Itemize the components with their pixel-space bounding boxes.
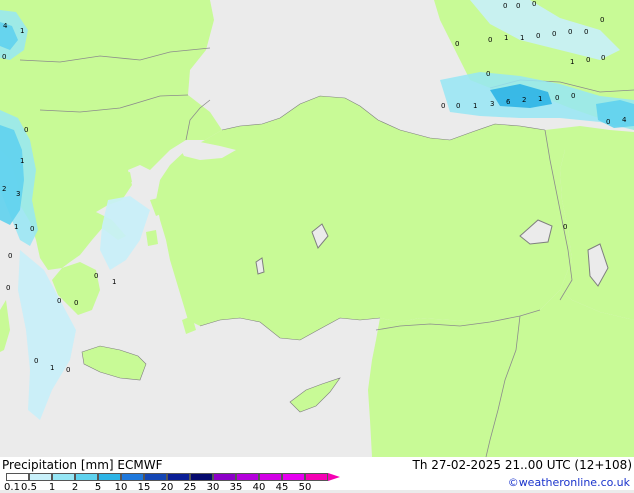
color-scale: 0.1 0.5 1 2 5 10 15 20 25 30 35 40 45 50 xyxy=(2,473,340,493)
point-label: 0 xyxy=(536,32,540,40)
scale-tick-label: 0.5 xyxy=(21,482,37,493)
point-label: 2 xyxy=(2,185,6,193)
scale-swatch xyxy=(75,473,98,481)
point-label: 0 xyxy=(555,94,559,102)
legend-bar: Precipitation [mm] ECMWF Th 27-02-2025 2… xyxy=(0,457,634,493)
point-label: 0 xyxy=(552,30,556,38)
scale-swatch xyxy=(259,473,282,481)
land-turkey xyxy=(156,96,572,340)
precipitation-map: 0 0 0 0 1 0 1 0 0 0 0 1 0 0 0 0 1 3 6 2 … xyxy=(0,0,634,457)
point-label: 0 xyxy=(584,28,588,36)
scale-tick-label: 25 xyxy=(183,482,197,493)
point-label: 1 xyxy=(14,223,18,231)
variable-title: Precipitation [mm] xyxy=(2,458,114,472)
point-label: 3 xyxy=(490,100,494,108)
scale-tick-label: 45 xyxy=(275,482,289,493)
point-label: 0 xyxy=(571,92,575,100)
point-label: 0 xyxy=(532,0,536,8)
map-title: Precipitation [mm] ECMWF xyxy=(2,458,162,472)
point-label: 0 xyxy=(456,102,460,110)
point-label: 0 xyxy=(34,357,38,365)
point-label: 4 xyxy=(622,116,627,124)
scale-swatch xyxy=(282,473,305,481)
point-label: 0 xyxy=(57,297,61,305)
scale-tick-label: 30 xyxy=(206,482,220,493)
scale-swatch xyxy=(98,473,121,481)
scale-swatch xyxy=(305,473,328,481)
scale-tick-label: 20 xyxy=(160,482,174,493)
point-label: 2 xyxy=(522,96,526,104)
point-label: 4 xyxy=(3,22,8,30)
scale-tick-label: 35 xyxy=(229,482,243,493)
point-label: 0 xyxy=(600,16,604,24)
scale-swatch xyxy=(29,473,52,481)
scale-swatch xyxy=(144,473,167,481)
scale-tick-label: 50 xyxy=(298,482,312,493)
scale-tick-label: 10 xyxy=(114,482,128,493)
scale-swatch xyxy=(167,473,190,481)
point-label: 0 xyxy=(503,2,507,10)
point-label: 6 xyxy=(506,98,511,106)
point-label: 1 xyxy=(112,278,116,286)
land-chios xyxy=(146,230,158,246)
point-label: 1 xyxy=(504,34,508,42)
point-label: 0 xyxy=(66,366,70,374)
point-label: 1 xyxy=(520,34,524,42)
scale-tick-label: 2 xyxy=(71,482,79,493)
scale-tick-label: 15 xyxy=(137,482,151,493)
scale-tick-label: 40 xyxy=(252,482,266,493)
point-label: 0 xyxy=(486,70,490,78)
point-label: 0 xyxy=(74,299,78,307)
point-label: 3 xyxy=(16,190,20,198)
scale-swatch xyxy=(52,473,75,481)
scale-swatch xyxy=(121,473,144,481)
scale-swatch xyxy=(213,473,236,481)
point-label: 0 xyxy=(441,102,445,110)
model-name: ECMWF xyxy=(117,458,163,472)
point-label: 1 xyxy=(20,27,24,35)
point-label: 0 xyxy=(516,2,520,10)
scale-arrow xyxy=(328,473,340,481)
point-label: 0 xyxy=(568,28,572,36)
scale-tick-label: 0.1 xyxy=(4,482,20,493)
point-label: 0 xyxy=(488,36,492,44)
point-label: 0 xyxy=(455,40,459,48)
scale-tick-label: 1 xyxy=(48,482,56,493)
point-label: 1 xyxy=(570,58,574,66)
scale-swatch xyxy=(190,473,213,481)
point-label: 0 xyxy=(606,118,610,126)
point-label: 0 xyxy=(30,225,34,233)
point-label: 0 xyxy=(24,126,28,134)
point-label: 1 xyxy=(20,157,24,165)
point-label: 0 xyxy=(6,284,10,292)
scale-tick-label: 5 xyxy=(94,482,102,493)
point-label: 1 xyxy=(473,102,477,110)
valid-time: Th 27-02-2025 21..00 UTC (12+108) xyxy=(412,458,632,472)
scale-swatch xyxy=(236,473,259,481)
point-label: 0 xyxy=(586,56,590,64)
point-label: 0 xyxy=(2,53,6,61)
point-label: 0 xyxy=(94,272,98,280)
point-label: 1 xyxy=(538,95,542,103)
point-label: 0 xyxy=(563,223,567,231)
credit-link[interactable]: ©weatheronline.co.uk xyxy=(508,476,630,489)
point-label: 1 xyxy=(50,364,54,372)
scale-swatch xyxy=(6,473,29,481)
point-label: 0 xyxy=(601,54,605,62)
point-label: 0 xyxy=(8,252,12,260)
